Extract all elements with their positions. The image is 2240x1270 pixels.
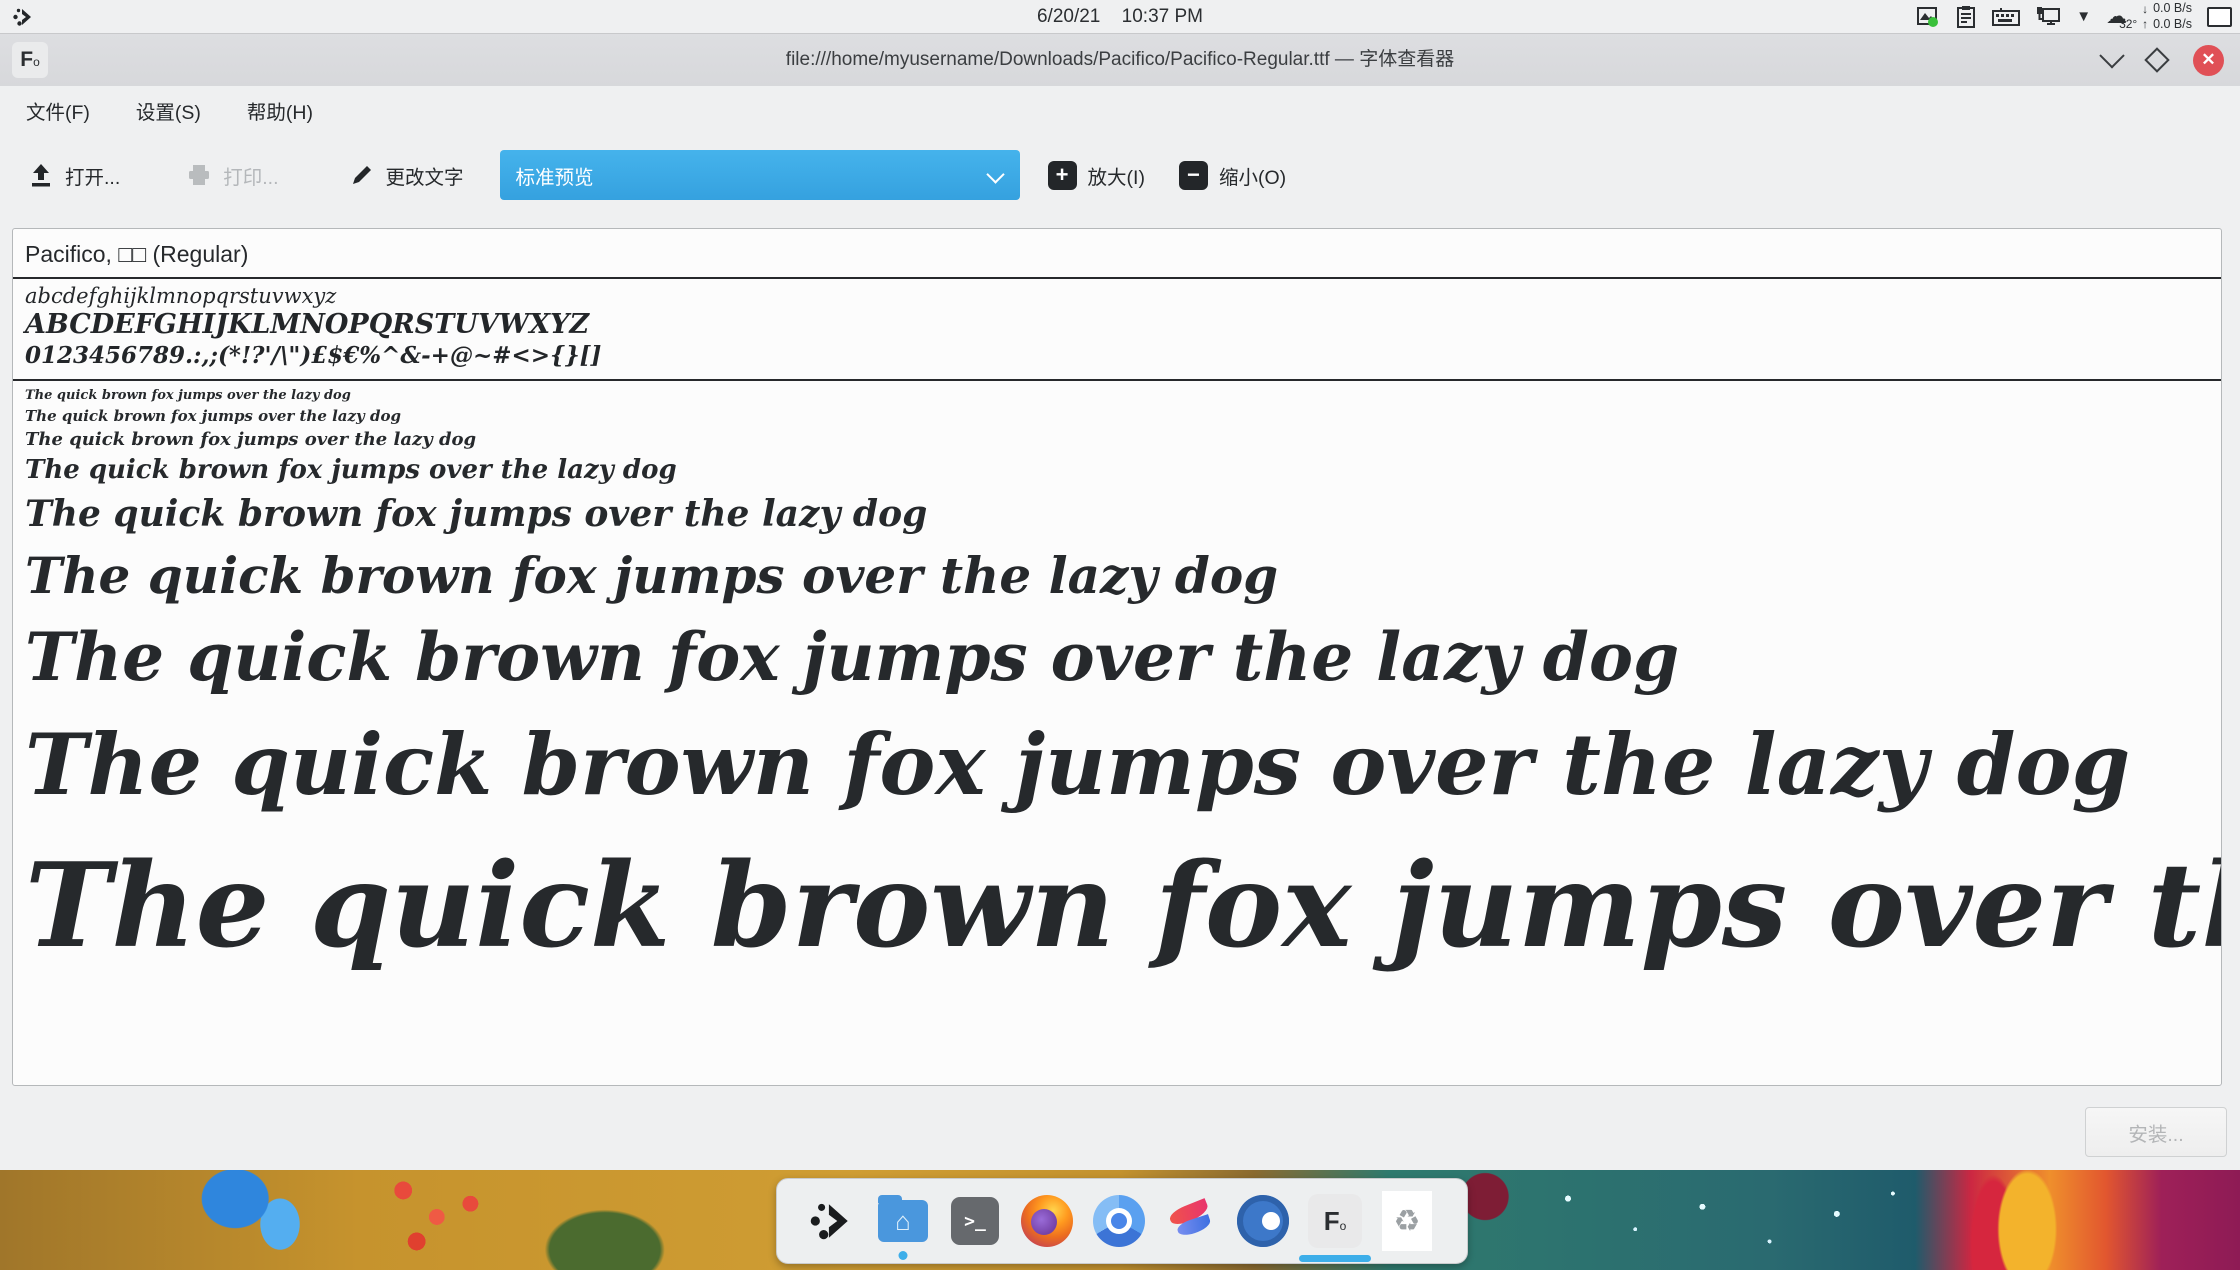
maximize-icon[interactable] (2144, 47, 2169, 72)
menubar: 文件(F) 设置(S) 帮助(H) (0, 86, 2240, 135)
printer-icon (186, 162, 212, 188)
media-player-icon[interactable] (1235, 1189, 1291, 1253)
font-viewer-window: Fo file:///home/myusername/Downloads/Pac… (0, 34, 2240, 1170)
window-title: file:///home/myusername/Downloads/Pacifi… (0, 34, 2240, 86)
print-button[interactable]: 打印... (186, 161, 278, 190)
font-name-heading: Pacifico, □□ (Regular) (13, 229, 2221, 277)
active-app-indicator (1299, 1255, 1371, 1262)
close-icon[interactable]: ✕ (2193, 45, 2224, 76)
up-arrow-icon: ↑ (2142, 17, 2148, 31)
zoom-in-icon: + (1048, 161, 1077, 190)
drawing-app-icon[interactable] (1163, 1189, 1219, 1253)
firefox-icon[interactable] (1019, 1189, 1075, 1253)
dock: ⌂ >_ Fo ♻ (776, 1178, 1468, 1264)
minimize-icon[interactable] (2099, 43, 2124, 68)
install-button[interactable]: 安装... (2085, 1107, 2227, 1157)
pangram-line: The quick brown fox jumps over the lazy … (25, 705, 2209, 824)
expand-arrow-icon[interactable]: ▼ (2076, 9, 2091, 24)
clipboard-icon[interactable] (1955, 5, 1977, 29)
screenshot-tool-icon[interactable] (1916, 5, 1940, 29)
pangram-line: The quick brown fox jumps over the lazy … (25, 540, 2209, 611)
window-controls: ✕ (2103, 34, 2224, 86)
system-tray: ▼ ☁32° ↓ ↑ 0.0 B/s 0.0 B/s (1916, 0, 2232, 33)
pangram-line: The quick brown fox jumps over the lazy … (25, 427, 2209, 453)
running-indicator (899, 1251, 908, 1260)
app-launcher-icon[interactable] (803, 1189, 859, 1253)
trash-icon[interactable]: ♻ (1379, 1189, 1435, 1253)
pangram-line: The quick brown fox jumps over the lazy … (25, 824, 2209, 989)
font-viewer-icon[interactable]: Fo (1307, 1189, 1363, 1253)
zoom-out-icon: − (1179, 161, 1208, 190)
menu-file[interactable]: 文件(F) (22, 92, 94, 129)
lowercase-line: abcdefghijklmnopqrstuvwxyz (25, 284, 2209, 309)
chevron-down-icon (986, 165, 1004, 183)
preview-type-value: 标准预览 (516, 161, 594, 190)
terminal-icon[interactable]: >_ (947, 1189, 1003, 1253)
open-icon (28, 162, 54, 188)
open-button[interactable]: 打开... (28, 161, 120, 190)
home-glyph: ⌂ (895, 1208, 911, 1234)
toolbar: 打开... 打印... 更改文字 标准预览 + 放大(I) − 缩小(O) (0, 135, 2240, 215)
panel-date: 6/20/21 (1037, 6, 1100, 27)
net-up-speed: 0.0 B/s (2153, 17, 2192, 33)
preview-type-select[interactable]: 标准预览 (500, 150, 1020, 200)
network-icon[interactable] (2035, 5, 2061, 29)
keyboard-layout-icon[interactable] (1992, 7, 2020, 27)
pangram-line: The quick brown fox jumps over the lazy … (25, 406, 2209, 427)
net-speed-indicator[interactable]: ↓ ↑ 0.0 B/s 0.0 B/s (2142, 1, 2192, 32)
top-panel: 6/20/21 10:37 PM ▼ (0, 0, 2240, 34)
pangram-line: The quick brown fox jumps over the lazy … (25, 452, 2209, 489)
pangram-line: The quick brown fox jumps over the lazy … (25, 611, 2209, 705)
titlebar[interactable]: Fo file:///home/myusername/Downloads/Pac… (0, 34, 2240, 86)
pencil-icon (349, 162, 375, 188)
panel-time: 10:37 PM (1122, 6, 1203, 27)
symbols-line: 0123456789.:,;(*!?'/\")£$€%^&-+@~#<>{}[] (25, 342, 2209, 370)
chromium-icon[interactable] (1091, 1189, 1147, 1253)
net-down-speed: 0.0 B/s (2153, 1, 2192, 17)
change-text-button[interactable]: 更改文字 (349, 161, 464, 190)
weather-temp: 32° (2119, 18, 2137, 30)
zoom-in-button[interactable]: + 放大(I) (1048, 161, 1145, 190)
weather-icon[interactable]: ☁32° (2106, 6, 2127, 27)
pangram-lines: The quick brown fox jumps over the lazy … (13, 381, 2221, 989)
show-desktop-icon[interactable] (2207, 7, 2232, 27)
panel-clock[interactable]: 6/20/21 10:37 PM (0, 6, 2240, 28)
font-preview-area[interactable]: Pacifico, □□ (Regular) abcdefghijklmnopq… (12, 228, 2222, 1086)
zoom-out-button[interactable]: − 缩小(O) (1179, 161, 1286, 190)
menu-settings[interactable]: 设置(S) (132, 92, 205, 129)
uppercase-line: ABCDEFGHIJKLMNOPQRSTUVWXYZ (25, 309, 2209, 341)
down-arrow-icon: ↓ (2142, 2, 2148, 16)
alphabet-preview: abcdefghijklmnopqrstuvwxyz ABCDEFGHIJKLM… (13, 279, 2221, 379)
pangram-line: The quick brown fox jumps over the lazy … (25, 489, 2209, 540)
menu-help[interactable]: 帮助(H) (243, 92, 317, 129)
file-manager-icon[interactable]: ⌂ (875, 1189, 931, 1253)
pangram-line: The quick brown fox jumps over the lazy … (25, 387, 2209, 405)
